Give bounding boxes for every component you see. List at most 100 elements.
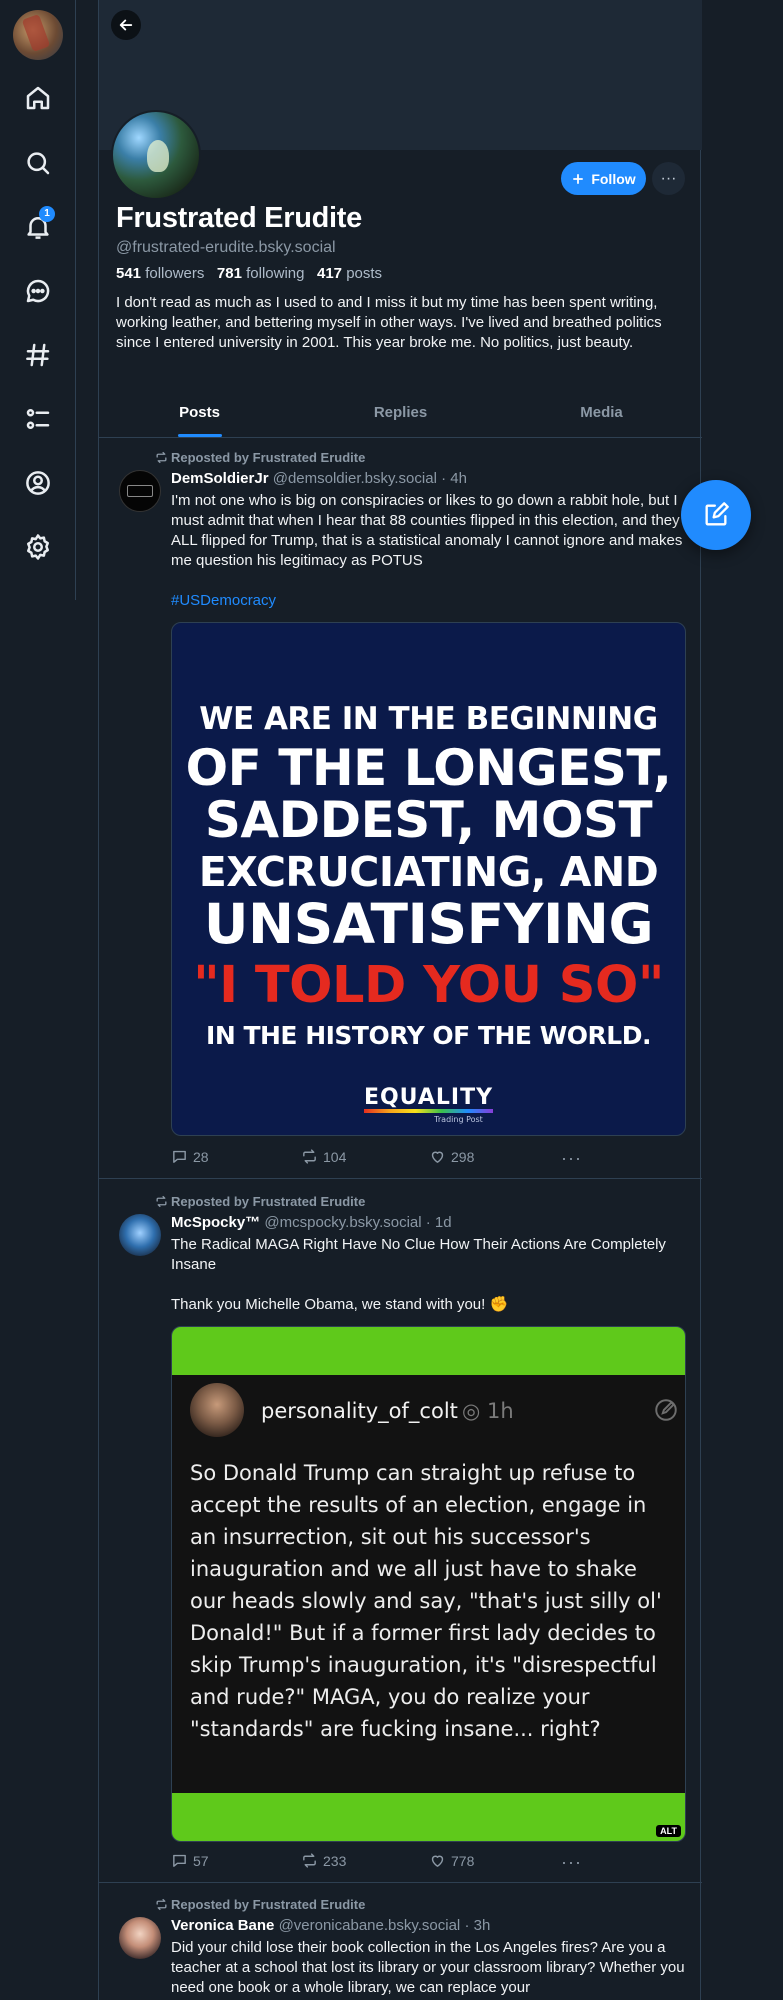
quoted-text: So Donald Trump can straight up refuse t…: [190, 1461, 662, 1741]
post-image[interactable]: personality_of_colt ◎ 1h So Donald Trump…: [171, 1326, 686, 1842]
edit-icon: [653, 1397, 679, 1428]
reply-button[interactable]: 57: [171, 1852, 209, 1869]
reply-count: 28: [193, 1148, 209, 1165]
post-text: Did your child lose their book collectio…: [171, 1939, 685, 1996]
post-text: I'm not one who is big on conspiracies o…: [171, 492, 683, 569]
lists-icon[interactable]: [23, 404, 53, 434]
post-time[interactable]: · 1d: [426, 1214, 452, 1231]
tab-posts[interactable]: Posts: [99, 392, 300, 437]
back-arrow-button[interactable]: [111, 10, 141, 40]
repost-indicator: Reposted by Frustrated Erudite: [155, 1897, 365, 1912]
tab-replies[interactable]: Replies: [300, 392, 501, 437]
notifications-bell-icon[interactable]: 1: [23, 206, 55, 242]
post-image[interactable]: WE ARE IN THE BEGINNING OF THE LONGEST, …: [171, 622, 686, 1136]
search-icon[interactable]: [23, 148, 53, 178]
quoted-avatar: [190, 1383, 244, 1437]
following-count[interactable]: 781: [217, 265, 242, 282]
post-more-button[interactable]: ···: [561, 1852, 582, 1873]
repost-icon: [156, 451, 167, 464]
repost-icon: [156, 1898, 167, 1911]
feed-post[interactable]: Reposted by Frustrated Erudite DemSoldie…: [99, 438, 702, 1179]
posts-count: 417: [317, 265, 343, 282]
profile-circle-icon[interactable]: [23, 468, 53, 498]
quoted-time-value: 1h: [487, 1399, 514, 1423]
repost-count: 233: [323, 1852, 347, 1869]
post-actions: 28 104 298 ···: [171, 1148, 591, 1168]
feed-post[interactable]: Reposted by Frustrated Erudite McSpocky™…: [99, 1180, 702, 1883]
repost-icon: [303, 1149, 316, 1164]
author-handle[interactable]: @mcspocky.bsky.social: [264, 1214, 421, 1231]
poster-line: WE ARE IN THE BEGINNING: [199, 701, 658, 737]
profile-avatar[interactable]: [111, 110, 201, 200]
equality-logo-sub: Trading Post: [434, 1115, 483, 1125]
settings-gear-icon[interactable]: [23, 532, 53, 562]
post-actions: 57 233 778 ···: [171, 1852, 591, 1872]
reply-bubble-icon: [173, 1150, 186, 1163]
notifications-badge: 1: [39, 206, 55, 222]
back-arrow-icon: [119, 19, 133, 31]
heart-icon: [431, 1855, 444, 1867]
followers-label[interactable]: followers: [145, 265, 204, 282]
my-avatar[interactable]: [13, 10, 63, 60]
author-name[interactable]: DemSoldierJr: [171, 470, 269, 487]
post-time[interactable]: · 4h: [441, 470, 467, 487]
reply-button[interactable]: 28: [171, 1148, 209, 1165]
like-count: 298: [451, 1148, 475, 1165]
post-header: Veronica Bane @veronicabane.bsky.social …: [171, 1917, 490, 1934]
post-header: DemSoldierJr @demsoldier.bsky.social · 4…: [171, 470, 467, 487]
heart-icon: [431, 1151, 444, 1163]
alt-badge[interactable]: ALT: [656, 1825, 681, 1837]
post-more-button[interactable]: ···: [561, 1148, 582, 1169]
posts-label: posts: [346, 265, 383, 282]
author-avatar[interactable]: [119, 1917, 161, 1959]
repost-label: Reposted by Frustrated Erudite: [171, 1897, 366, 1912]
followers-count[interactable]: 541: [116, 265, 141, 282]
repost-icon: [303, 1853, 316, 1868]
reply-count: 57: [193, 1852, 209, 1869]
like-button[interactable]: 778: [429, 1852, 474, 1869]
reply-bubble-icon: [173, 1854, 186, 1867]
quoted-screenshot: personality_of_colt ◎ 1h So Donald Trump…: [172, 1375, 685, 1793]
home-icon[interactable]: [23, 83, 53, 113]
following-label[interactable]: following: [246, 265, 304, 282]
repost-button[interactable]: 104: [301, 1148, 346, 1165]
post-header: McSpocky™ @mcspocky.bsky.social · 1d: [171, 1214, 452, 1231]
profile-main-column: Follow ··· Frustrated Erudite @frustrate…: [98, 0, 702, 2000]
tab-media[interactable]: Media: [501, 392, 702, 437]
profile-more-button[interactable]: ···: [652, 162, 685, 195]
repost-button[interactable]: 233: [301, 1852, 346, 1869]
chat-bubble-icon[interactable]: [23, 276, 53, 306]
post-text-line2: Thank you Michelle Obama, we stand with …: [171, 1296, 509, 1313]
post-text: The Radical MAGA Right Have No Clue How …: [171, 1236, 666, 1273]
repost-indicator: Reposted by Frustrated Erudite: [155, 450, 365, 465]
author-handle[interactable]: @demsoldier.bsky.social: [273, 470, 437, 487]
profile-tabs: Posts Replies Media: [99, 392, 702, 438]
like-button[interactable]: 298: [429, 1148, 474, 1165]
poster-line: OF THE LONGEST,: [185, 738, 672, 797]
ellipsis-icon: ···: [660, 169, 677, 187]
post-time[interactable]: · 3h: [464, 1917, 490, 1934]
profile-display-name: Frustrated Erudite: [116, 202, 362, 234]
equality-logo: EQUALITY: [363, 1087, 494, 1114]
ellipsis-icon: ···: [561, 1852, 582, 1872]
ellipsis-icon: ···: [561, 1148, 582, 1168]
hashtag-feeds-icon[interactable]: [23, 340, 53, 370]
repost-label: Reposted by Frustrated Erudite: [171, 1194, 366, 1209]
like-count: 778: [451, 1852, 475, 1869]
repost-count: 104: [323, 1148, 347, 1165]
repost-icon: [156, 1195, 167, 1208]
follow-button[interactable]: Follow: [561, 162, 646, 195]
author-handle[interactable]: @veronicabane.bsky.social: [279, 1917, 461, 1934]
clock-icon: ◎: [462, 1399, 481, 1423]
feed-post[interactable]: Reposted by Frustrated Erudite Veronica …: [99, 1884, 702, 2000]
poster-line: EXCRUCIATING, AND: [198, 847, 659, 896]
quoted-time: ◎ 1h: [462, 1399, 514, 1423]
author-avatar[interactable]: [119, 470, 161, 512]
author-avatar[interactable]: [119, 1214, 161, 1256]
compose-post-button[interactable]: [681, 480, 751, 550]
plus-icon: [573, 173, 584, 184]
author-name[interactable]: McSpocky™: [171, 1214, 260, 1231]
post-hashtag[interactable]: #USDemocracy: [171, 591, 688, 611]
profile-stats: 541 followers 781 following 417 posts: [116, 265, 382, 282]
author-name[interactable]: Veronica Bane: [171, 1917, 274, 1934]
